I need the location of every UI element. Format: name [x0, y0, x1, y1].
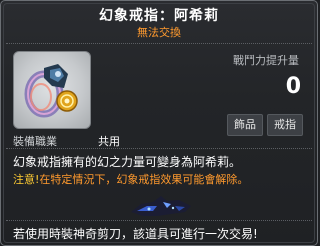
ring-item-icon — [24, 64, 78, 118]
combat-power-value: 0 — [285, 74, 301, 99]
item-title: 幻象戒指：阿希莉 — [99, 8, 219, 24]
character-sprite-icon — [131, 196, 191, 216]
equip-job-label: 裝備職業 — [13, 135, 57, 148]
item-tooltip: 幻象戒指：阿希莉 無法交換 戰鬥力提升量 0 飾品 戒指 裝備職業 共用 幻象戒… — [0, 0, 318, 246]
scissors-trade-notice: 若使用時裝神奇剪刀，該道具可進行一次交易! — [13, 227, 258, 241]
body-divider — [6, 148, 312, 149]
header-divider — [6, 43, 312, 44]
warning-text: 在特定情況下，幻象戒指效果可能會解除。 — [39, 173, 249, 186]
equip-job-value: 共用 — [98, 135, 120, 148]
footer-divider — [6, 220, 312, 221]
tag-ring: 戒指 — [267, 114, 303, 136]
warning-notice: 注意!在特定情況下，幻象戒指效果可能會解除。 — [13, 171, 248, 187]
item-icon-frame — [13, 51, 91, 129]
combat-power-label: 戰鬥力提升量 — [233, 54, 299, 67]
item-description: 幻象戒指擁有的幻之力量可變身為阿希莉。 — [13, 155, 242, 169]
untradeable-label: 無法交換 — [137, 26, 181, 39]
tag-accessory: 飾品 — [227, 114, 263, 136]
warning-prefix: 注意! — [13, 173, 40, 186]
